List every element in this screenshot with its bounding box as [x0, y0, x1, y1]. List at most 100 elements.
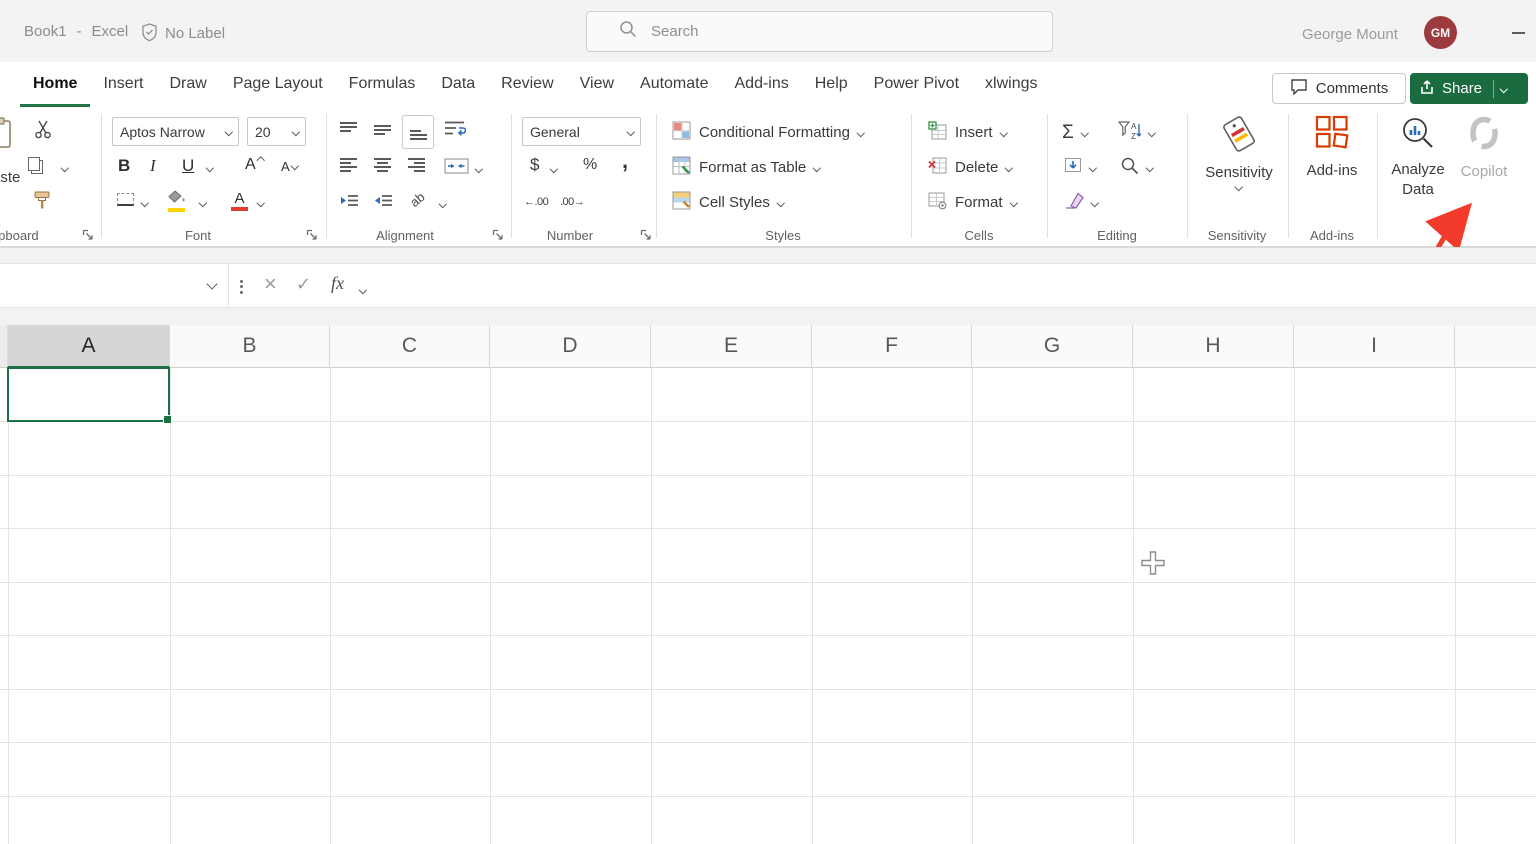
alignment-dialog-launcher[interactable]	[492, 228, 504, 246]
analyze-data-label-line1: Analyze	[1391, 161, 1444, 178]
copilot-button[interactable]: Copilot	[1452, 115, 1516, 199]
cell-styles-button[interactable]: Cell Styles	[672, 187, 783, 218]
name-box-chevron[interactable]	[206, 278, 217, 289]
cancel-icon[interactable]: ×	[264, 271, 277, 297]
font-color-icon[interactable]: A	[231, 190, 248, 211]
fx-icon[interactable]: fx	[331, 273, 344, 294]
column-header[interactable]: F	[812, 325, 972, 368]
paste-button-label[interactable]: Paste	[0, 169, 20, 186]
share-dropdown-chevron[interactable]	[1500, 85, 1508, 93]
share-button[interactable]: Share	[1410, 73, 1528, 104]
tab-xlwings[interactable]: xlwings	[972, 71, 1050, 107]
minimize-button[interactable]	[1506, 22, 1530, 44]
fill-button[interactable]	[1064, 152, 1096, 183]
merge-center-icon[interactable]	[444, 158, 469, 179]
decrease-font-size-button[interactable]: A	[281, 159, 297, 174]
column-header-partial[interactable]	[1455, 325, 1536, 368]
tab-data[interactable]: Data	[428, 71, 488, 107]
format-painter-icon[interactable]	[34, 191, 50, 215]
insert-cells-chevron	[999, 129, 1007, 137]
paste-icon[interactable]	[0, 116, 13, 155]
column-header[interactable]: I	[1294, 325, 1455, 368]
conditional-formatting-label: Conditional Formatting	[699, 124, 850, 141]
copy-icon[interactable]	[27, 156, 44, 180]
align-left-icon[interactable]	[340, 158, 357, 173]
app-name: Excel	[92, 23, 129, 40]
clear-button[interactable]	[1064, 187, 1098, 218]
tab-view[interactable]: View	[567, 71, 627, 107]
align-right-icon[interactable]	[408, 158, 425, 173]
insert-cells-button[interactable]: Insert	[928, 117, 1006, 148]
active-cell-selection[interactable]	[7, 367, 170, 422]
decrease-indent-icon[interactable]	[340, 194, 359, 213]
conditional-formatting-button[interactable]: Conditional Formatting	[672, 117, 863, 148]
column-header[interactable]: C	[330, 325, 490, 368]
search-box[interactable]: Search	[586, 11, 1053, 52]
avatar[interactable]: GM	[1424, 16, 1457, 49]
column-header[interactable]: H	[1133, 325, 1294, 368]
format-cells-button[interactable]: Format	[928, 187, 1016, 218]
sort-filter-button[interactable]: AZ	[1118, 117, 1155, 148]
tab-draw[interactable]: Draw	[156, 71, 219, 107]
increase-font-size-button[interactable]: A	[245, 156, 263, 174]
column-header[interactable]: B	[170, 325, 330, 368]
number-format-combo[interactable]: General	[522, 117, 641, 146]
tab-help[interactable]: Help	[802, 71, 861, 107]
format-as-table-button[interactable]: Format as Table	[672, 152, 820, 183]
fill-handle[interactable]	[163, 415, 172, 424]
delete-cells-button[interactable]: Delete	[928, 152, 1012, 183]
gridline-vertical	[812, 368, 813, 844]
comma-style-button[interactable]: ,	[622, 148, 628, 174]
tab-page-layout[interactable]: Page Layout	[220, 71, 336, 107]
increase-decimal-button[interactable]: ←.00	[524, 196, 548, 208]
sensitivity-label-status[interactable]: No Label	[165, 25, 225, 42]
tab-formulas[interactable]: Formulas	[336, 71, 429, 107]
align-center-icon[interactable]	[374, 158, 391, 173]
column-header-selected[interactable]: A	[8, 325, 170, 368]
increase-indent-icon[interactable]	[374, 194, 393, 213]
add-ins-button[interactable]: Add-ins	[1294, 115, 1370, 199]
number-dialog-launcher[interactable]	[640, 228, 652, 246]
name-box[interactable]	[0, 264, 229, 307]
tab-insert[interactable]: Insert	[90, 71, 156, 107]
font-dialog-launcher[interactable]	[306, 228, 318, 246]
sensitivity-button[interactable]: Sensitivity	[1196, 112, 1282, 212]
align-bottom-button-selected[interactable]	[402, 115, 434, 149]
autosum-button[interactable]: Σ	[1062, 117, 1087, 148]
sensitivity-tag-icon	[1219, 112, 1259, 161]
format-cells-label: Format	[955, 194, 1003, 211]
column-header[interactable]: G	[972, 325, 1133, 368]
align-top-icon[interactable]	[340, 122, 357, 137]
sensitivity-group-label: Sensitivity	[1187, 228, 1287, 243]
enter-check-icon[interactable]: ✓	[296, 274, 311, 295]
column-header[interactable]: E	[651, 325, 812, 368]
tab-review[interactable]: Review	[488, 71, 566, 107]
font-size-combo[interactable]: 20	[247, 117, 306, 146]
user-name[interactable]: George Mount	[1302, 26, 1398, 43]
tab-automate[interactable]: Automate	[627, 71, 721, 107]
clipboard-dialog-launcher[interactable]	[82, 228, 94, 246]
font-name-combo[interactable]: Aptos Narrow	[112, 117, 239, 146]
italic-button[interactable]: I	[150, 156, 156, 176]
wrap-text-icon[interactable]	[444, 120, 466, 142]
formula-bar-grip[interactable]	[240, 277, 243, 296]
currency-button[interactable]: $	[530, 155, 539, 175]
comments-button[interactable]: Comments	[1272, 73, 1406, 104]
tab-add-ins[interactable]: Add-ins	[722, 71, 802, 107]
align-middle-icon[interactable]	[374, 122, 391, 137]
borders-icon[interactable]	[117, 193, 134, 206]
cells-group-label: Cells	[929, 228, 1029, 243]
column-header[interactable]: D	[490, 325, 651, 368]
fill-chevron	[1089, 164, 1097, 172]
bold-button[interactable]: B	[118, 156, 130, 176]
cut-icon[interactable]	[34, 120, 52, 144]
formula-input[interactable]	[378, 264, 1536, 307]
tab-home[interactable]: Home	[20, 71, 90, 107]
underline-button[interactable]: U	[182, 156, 194, 176]
find-select-button[interactable]	[1120, 152, 1153, 183]
percent-button[interactable]: %	[583, 156, 597, 174]
decrease-decimal-button[interactable]: .00→	[560, 196, 584, 208]
fill-color-icon[interactable]	[168, 190, 187, 212]
sheet-grid[interactable]	[0, 368, 1536, 844]
tab-power-pivot[interactable]: Power Pivot	[861, 71, 972, 107]
